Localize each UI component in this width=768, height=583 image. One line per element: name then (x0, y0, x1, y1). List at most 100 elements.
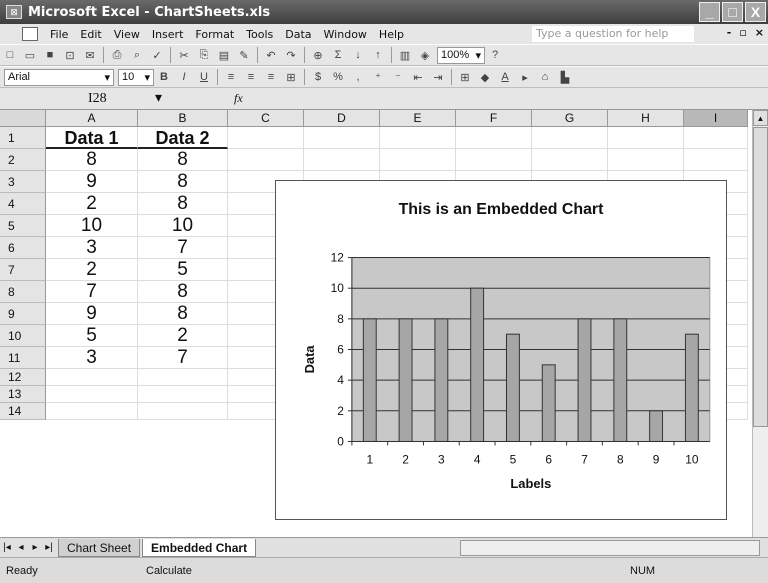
help-icon[interactable]: ? (487, 48, 503, 63)
horizontal-scrollbar[interactable] (460, 540, 760, 556)
italic-icon[interactable]: I (176, 70, 192, 85)
cell-b5[interactable]: 10 (138, 215, 228, 237)
chart-wizard-icon[interactable]: ▥ (397, 48, 413, 63)
doc-minimize-icon[interactable]: - (727, 26, 732, 39)
align-left-icon[interactable]: ≡ (223, 70, 239, 85)
cell-b9[interactable]: 8 (138, 303, 228, 325)
tab-chart-sheet[interactable]: Chart Sheet (58, 538, 141, 557)
menu-view[interactable]: View (108, 28, 146, 41)
undo-icon[interactable]: ↶ (263, 48, 279, 63)
cell-a6[interactable]: 3 (46, 237, 138, 259)
column-header-a[interactable]: A (46, 110, 138, 127)
borders-icon[interactable]: ⊞ (457, 70, 473, 85)
cell-a5[interactable]: 10 (46, 215, 138, 237)
row-header[interactable]: 5 (0, 215, 46, 237)
decrease-decimal-icon[interactable]: ⁻ (390, 70, 406, 85)
drawing-icon[interactable]: ◈ (417, 48, 433, 63)
column-header-i[interactable]: I (684, 110, 748, 127)
menu-insert[interactable]: Insert (146, 28, 190, 41)
redo-icon[interactable]: ↷ (283, 48, 299, 63)
row-header[interactable]: 12 (0, 369, 46, 386)
row-header[interactable]: 10 (0, 325, 46, 347)
doc-restore-icon[interactable]: ▫ (739, 26, 746, 39)
cell-a14[interactable] (46, 403, 138, 420)
cell-b14[interactable] (138, 403, 228, 420)
help-question-input[interactable]: Type a question for help (532, 26, 694, 42)
research-icon[interactable]: ⌂ (537, 70, 553, 85)
row-header[interactable]: 2 (0, 149, 46, 171)
column-header-e[interactable]: E (380, 110, 456, 127)
cell-a10[interactable]: 5 (46, 325, 138, 347)
new-icon[interactable]: □ (2, 48, 18, 63)
cell-d1[interactable] (304, 127, 380, 149)
cell-b6[interactable]: 7 (138, 237, 228, 259)
sort-descending-icon[interactable]: ↑ (370, 48, 386, 63)
cell-a4[interactable]: 2 (46, 193, 138, 215)
menu-file[interactable]: File (44, 28, 74, 41)
close-button[interactable]: X (745, 2, 766, 22)
zoom-select[interactable]: 100% ▾ (437, 46, 485, 64)
vertical-scroll-thumb[interactable] (753, 127, 768, 427)
merge-center-icon[interactable]: ⊞ (283, 70, 299, 85)
workbook-icon[interactable] (22, 27, 38, 41)
comma-icon[interactable]: , (350, 70, 366, 85)
menu-help[interactable]: Help (373, 28, 410, 41)
maximize-button[interactable]: □ (722, 2, 743, 22)
cell-d2[interactable] (304, 149, 380, 171)
cell-b3[interactable]: 8 (138, 171, 228, 193)
cell-a8[interactable]: 7 (46, 281, 138, 303)
menu-format[interactable]: Format (189, 28, 240, 41)
paste-icon[interactable]: ▤ (216, 48, 232, 63)
font-name-select[interactable]: Arial ▾ (4, 68, 114, 86)
align-center-icon[interactable]: ≡ (243, 70, 259, 85)
column-header-h[interactable]: H (608, 110, 684, 127)
cell-g1[interactable] (532, 127, 608, 149)
row-header[interactable]: 4 (0, 193, 46, 215)
doc-close-icon[interactable]: × (755, 26, 764, 39)
cell-h2[interactable] (608, 149, 684, 171)
row-header[interactable]: 7 (0, 259, 46, 281)
currency-icon[interactable]: $ (310, 70, 326, 85)
cell-a1[interactable]: Data 1 (46, 127, 138, 149)
column-header-c[interactable]: C (228, 110, 304, 127)
cell-h1[interactable] (608, 127, 684, 149)
tab-embedded-chart[interactable]: Embedded Chart (142, 538, 257, 557)
increase-decimal-icon[interactable]: ⁺ (370, 70, 386, 85)
underline-icon[interactable]: U (196, 70, 212, 85)
column-header-g[interactable]: G (532, 110, 608, 127)
menu-data[interactable]: Data (279, 28, 317, 41)
hyperlink-icon[interactable]: ⊕ (310, 48, 326, 63)
row-header[interactable]: 3 (0, 171, 46, 193)
autosum-icon[interactable]: Σ (330, 48, 346, 63)
cell-a13[interactable] (46, 386, 138, 403)
select-all-corner[interactable] (0, 110, 46, 127)
decrease-indent-icon[interactable]: ⇤ (410, 70, 426, 85)
column-header-b[interactable]: B (138, 110, 228, 127)
cell-a11[interactable]: 3 (46, 347, 138, 369)
permission-icon[interactable]: ⊡ (62, 48, 78, 63)
minimize-button[interactable]: _ (699, 2, 720, 22)
format-painter-icon[interactable]: ✎ (236, 48, 252, 63)
cut-icon[interactable]: ✂ (176, 48, 192, 63)
next-sheet-icon[interactable]: ▸ (28, 542, 42, 553)
row-header[interactable]: 1 (0, 127, 46, 149)
save-icon[interactable]: ■ (42, 48, 58, 63)
column-header-f[interactable]: F (456, 110, 532, 127)
cell-e1[interactable] (380, 127, 456, 149)
prev-sheet-icon[interactable]: ◂ (14, 542, 28, 553)
name-box[interactable]: I28 ▾ (18, 89, 168, 108)
cell-b12[interactable] (138, 369, 228, 386)
row-header[interactable]: 14 (0, 403, 46, 420)
scroll-up-icon[interactable]: ▲ (753, 110, 768, 126)
vertical-scrollbar[interactable]: ▲ (752, 110, 768, 537)
cell-g2[interactable] (532, 149, 608, 171)
chart-icon[interactable]: ▙ (557, 70, 573, 85)
embedded-chart[interactable]: This is an Embedded Chart0246810121 2 3 4 5 6… (275, 180, 727, 520)
cell-a12[interactable] (46, 369, 138, 386)
cell-b1[interactable]: Data 2 (138, 127, 228, 149)
toolbar-options-icon[interactable]: ▸ (517, 70, 533, 85)
cell-c2[interactable] (228, 149, 304, 171)
percent-icon[interactable]: % (330, 70, 346, 85)
print-preview-icon[interactable]: ⌕ (129, 48, 145, 63)
row-header[interactable]: 8 (0, 281, 46, 303)
